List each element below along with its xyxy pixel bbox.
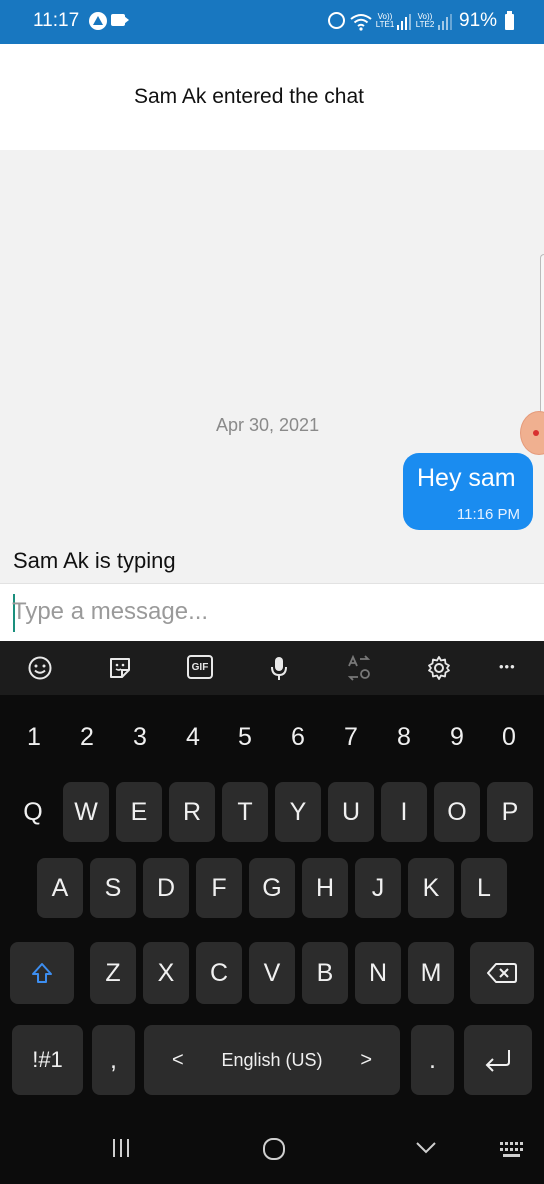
mic-icon[interactable] xyxy=(266,655,292,681)
chat-header: Sam Ak entered the chat xyxy=(0,44,544,150)
date-separator: Apr 30, 2021 xyxy=(216,415,320,435)
shift-key[interactable] xyxy=(10,942,74,1004)
space-bar[interactable]: < English (US) > xyxy=(144,1025,400,1095)
backspace-icon xyxy=(487,963,517,983)
key-f[interactable]: F xyxy=(196,858,242,918)
key-b[interactable]: B xyxy=(302,942,348,1004)
lte2-label: Vo)) LTE2 xyxy=(415,12,435,29)
key-y[interactable]: Y xyxy=(275,782,321,842)
key-t[interactable]: T xyxy=(222,782,268,842)
floating-chat-head-icon[interactable] xyxy=(520,411,544,455)
key-i[interactable]: I xyxy=(381,782,427,842)
key-d[interactable]: D xyxy=(143,858,189,918)
key-k[interactable]: K xyxy=(408,858,454,918)
message-input[interactable] xyxy=(12,592,532,632)
key-q[interactable]: Q xyxy=(10,782,56,842)
key-6[interactable]: 6 xyxy=(279,708,317,766)
key-l[interactable]: L xyxy=(461,858,507,918)
keyboard-toolbar: GIF ••• xyxy=(0,641,544,695)
message-list[interactable]: Apr 30, 2021 Hey sam 11:16 PM Sam Ak is … xyxy=(0,150,544,583)
key-e[interactable]: E xyxy=(116,782,162,842)
key-2[interactable]: 2 xyxy=(68,708,106,766)
message-text: Hey sam xyxy=(417,464,516,492)
key-s[interactable]: S xyxy=(90,858,136,918)
sticker-icon[interactable] xyxy=(107,655,133,681)
key-9[interactable]: 9 xyxy=(438,708,476,766)
key-c[interactable]: C xyxy=(196,942,242,1004)
key-o[interactable]: O xyxy=(434,782,480,842)
video-notification-icon xyxy=(111,14,129,26)
backspace-key[interactable] xyxy=(470,942,534,1004)
chat-status-title: Sam Ak entered the chat xyxy=(134,85,364,108)
comma-key[interactable]: , xyxy=(92,1025,135,1095)
key-g[interactable]: G xyxy=(249,858,295,918)
more-icon[interactable]: ••• xyxy=(499,659,525,685)
home-icon[interactable] xyxy=(262,1137,286,1161)
key-w[interactable]: W xyxy=(63,782,109,842)
signal-2-icon xyxy=(438,14,452,30)
enter-key[interactable] xyxy=(464,1025,532,1095)
message-composer xyxy=(0,583,544,641)
key-x[interactable]: X xyxy=(143,942,189,1004)
signal-1-icon xyxy=(397,14,411,30)
shift-icon xyxy=(32,963,52,983)
outgoing-message-bubble[interactable]: Hey sam 11:16 PM xyxy=(403,453,533,530)
symbols-key[interactable]: !#1 xyxy=(12,1025,83,1095)
status-time: 11:17 xyxy=(33,10,80,31)
status-bar: 11:17 Vo)) LTE1 Vo)) LTE2 91% xyxy=(0,0,544,44)
space-left-arrow: < xyxy=(172,1048,184,1071)
battery-icon xyxy=(505,11,514,30)
key-n[interactable]: N xyxy=(355,942,401,1004)
message-time: 11:16 PM xyxy=(456,506,520,523)
translate-icon[interactable] xyxy=(346,655,372,681)
key-0[interactable]: 0 xyxy=(490,708,528,766)
key-p[interactable]: P xyxy=(487,782,533,842)
period-key[interactable]: . xyxy=(411,1025,454,1095)
enter-icon xyxy=(485,1050,510,1072)
key-v[interactable]: V xyxy=(249,942,295,1004)
app-notification-icon xyxy=(89,12,107,30)
emoji-icon[interactable] xyxy=(27,655,53,681)
settings-icon[interactable] xyxy=(426,655,452,681)
key-z[interactable]: Z xyxy=(90,942,136,1004)
typing-indicator: Sam Ak is typing xyxy=(13,548,176,573)
system-nav-bar xyxy=(0,1100,544,1184)
keyboard-hide-icon[interactable] xyxy=(414,1140,438,1156)
key-5[interactable]: 5 xyxy=(226,708,264,766)
key-4[interactable]: 4 xyxy=(174,708,212,766)
space-language-label: English (US) xyxy=(221,1049,323,1070)
alarm-icon xyxy=(328,12,345,29)
key-u[interactable]: U xyxy=(328,782,374,842)
keyboard-switch-icon[interactable] xyxy=(499,1140,527,1160)
wifi-icon xyxy=(350,14,372,31)
recent-apps-icon[interactable] xyxy=(110,1137,132,1159)
key-7[interactable]: 7 xyxy=(332,708,370,766)
key-a[interactable]: A xyxy=(37,858,83,918)
battery-percent: 91% xyxy=(459,10,498,31)
lte1-label: Vo)) LTE1 xyxy=(375,12,395,29)
edge-panel-handle[interactable] xyxy=(540,254,544,429)
key-3[interactable]: 3 xyxy=(121,708,159,766)
key-h[interactable]: H xyxy=(302,858,348,918)
space-right-arrow: > xyxy=(360,1048,372,1071)
key-1[interactable]: 1 xyxy=(15,708,53,766)
key-j[interactable]: J xyxy=(355,858,401,918)
gif-icon[interactable]: GIF xyxy=(187,655,213,679)
key-8[interactable]: 8 xyxy=(385,708,423,766)
key-r[interactable]: R xyxy=(169,782,215,842)
key-m[interactable]: M xyxy=(408,942,454,1004)
